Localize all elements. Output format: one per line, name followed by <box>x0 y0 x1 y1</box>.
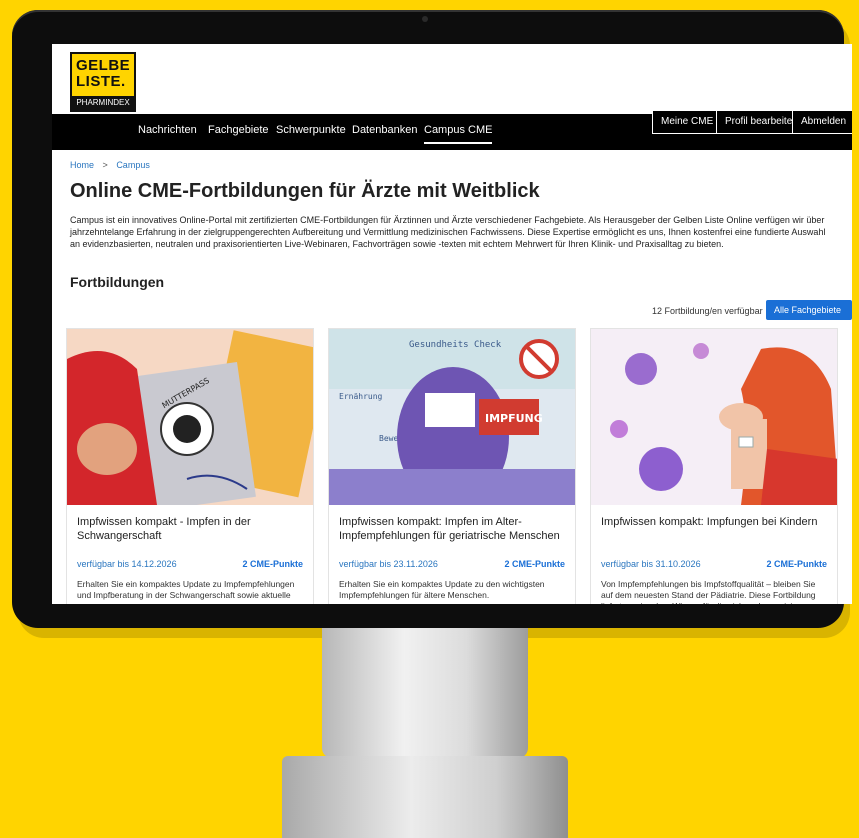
monitor-stand-neck <box>322 628 528 758</box>
logo-subtitle: PHARMINDEX <box>72 96 134 110</box>
course-image-children <box>591 329 837 505</box>
page-title: Online CME-Fortbildungen für Ärzte mit W… <box>70 180 540 202</box>
monitor-bezel: GELBE LISTE. PHARMINDEX Nachrichten Fach… <box>12 10 852 628</box>
course-description: Erhalten Sie ein kompaktes Update zu Imp… <box>77 579 295 600</box>
logo-line-1: GELBE <box>76 57 131 74</box>
fachgebiete-filter-button[interactable]: Alle Fachgebiete ▾ <box>766 300 852 335</box>
course-description: Von Impfempfehlungen bis Impfstoffqualit… <box>601 579 816 604</box>
course-title[interactable]: Impfwissen kompakt: Impfen im Alter- Imp… <box>339 515 567 543</box>
label-impfung: IMPFUNG <box>485 412 543 425</box>
monitor-screen: GELBE LISTE. PHARMINDEX Nachrichten Fach… <box>52 44 852 604</box>
course-description: Erhalten Sie ein kompaktes Update zu den… <box>339 579 545 600</box>
label-gesundheits-check: Gesundheits Check <box>409 340 502 350</box>
course-image-pregnancy: MUTTERPASS <box>67 329 313 505</box>
nav-fachgebiete[interactable]: Fachgebiete <box>208 124 269 136</box>
course-image-elderly: Gesundheits Check Ernährung Bewegung IMP… <box>329 329 575 505</box>
cme-points: 2 CME-Punkte <box>242 559 303 569</box>
meine-cme-button[interactable]: Meine CME <box>652 110 723 134</box>
availability-date: verfügbar bis 23.11.2026 <box>339 559 438 569</box>
course-count: 12 Fortbildung/en verfügbar <box>652 306 763 316</box>
label-ernaehrung: Ernährung <box>339 392 383 401</box>
intro-text: Campus ist ein innovatives Online-Portal… <box>70 215 826 249</box>
nav-datenbanken[interactable]: Datenbanken <box>352 124 417 136</box>
course-title[interactable]: Impfwissen kompakt - Impfen in der Schwa… <box>77 515 305 543</box>
camera-dot <box>422 16 428 22</box>
breadcrumb-home[interactable]: Home <box>70 160 94 170</box>
nav-campus-cme[interactable]: Campus CME <box>424 124 493 144</box>
children-vaccination-illustration <box>591 329 837 505</box>
availability-date: verfügbar bis 14.12.2026 <box>77 559 177 569</box>
breadcrumb-separator: > <box>102 160 108 170</box>
course-card[interactable]: MUTTERPASS Impfwissen kompakt - Impfen i… <box>66 328 314 604</box>
cme-points: 2 CME-Punkte <box>504 559 565 569</box>
course-card[interactable]: Impfwissen kompakt: Impfungen bei Kinder… <box>590 328 838 604</box>
monitor-stand-foot <box>282 756 568 838</box>
cme-points: 2 CME-Punkte <box>766 559 827 569</box>
breadcrumb-current[interactable]: Campus <box>116 160 150 170</box>
nav-schwerpunkte[interactable]: Schwerpunkte <box>276 124 346 136</box>
breadcrumb: Home > Campus <box>70 160 150 170</box>
section-title: Fortbildungen <box>70 274 165 290</box>
logo-line-2: LISTE. <box>76 73 126 90</box>
course-title[interactable]: Impfwissen kompakt: Impfungen bei Kinder… <box>601 515 829 529</box>
elderly-vaccination-illustration: Gesundheits Check Ernährung Bewegung IMP… <box>329 329 575 505</box>
availability-date: verfügbar bis 31.10.2026 <box>601 559 701 569</box>
course-card[interactable]: Gesundheits Check Ernährung Bewegung IMP… <box>328 328 576 604</box>
pregnancy-illustration: MUTTERPASS <box>67 329 313 505</box>
site-logo[interactable]: GELBE LISTE. PHARMINDEX <box>70 52 136 112</box>
abmelden-button[interactable]: Abmelden <box>792 110 852 134</box>
nav-nachrichten[interactable]: Nachrichten <box>138 124 197 136</box>
main-nav: Nachrichten Fachgebiete Schwerpunkte Dat… <box>52 110 852 150</box>
